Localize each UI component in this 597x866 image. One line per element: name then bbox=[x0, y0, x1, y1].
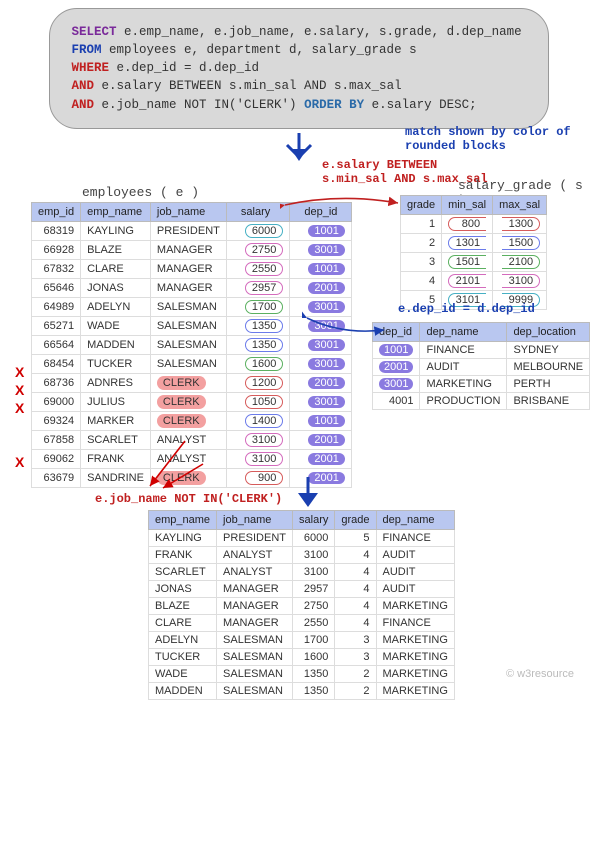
table-row: KAYLINGPRESIDENT60005FINANCE bbox=[149, 530, 455, 547]
salary-grade-table: grademin_salmax_sal 1 800 1300 2 1301 15… bbox=[400, 195, 547, 310]
table-row: MADDENSALESMAN13502MARKETING bbox=[149, 683, 455, 700]
match-color-note: match shown by color ofrounded blocks bbox=[405, 125, 571, 153]
table-row: 66928 BLAZE MANAGER 2750 3001 bbox=[32, 241, 352, 260]
table-row: 65646 JONAS MANAGER 2957 2001 bbox=[32, 279, 352, 298]
table-row: 4 2101 3100 bbox=[401, 272, 547, 291]
table-row: 4001PRODUCTIONBRISBANE bbox=[373, 393, 590, 410]
x-mark: X bbox=[15, 382, 24, 398]
department-table: dep_iddep_namedep_location1001FINANCESYD… bbox=[372, 322, 590, 410]
table-row: 67858 SCARLET ANALYST 3100 2001 bbox=[32, 431, 352, 450]
table-row: 68736 ADNRES CLERK 1200 2001 bbox=[32, 374, 352, 393]
notin-note: e.job_name NOT IN('CLERK') bbox=[95, 492, 282, 506]
table-row: 3 1501 2100 bbox=[401, 253, 547, 272]
table-row: 3001MARKETINGPERTH bbox=[373, 376, 590, 393]
table-row: 66564 MADDEN SALESMAN 1350 3001 bbox=[32, 336, 352, 355]
sql-line-select: SELECT e.emp_name, e.job_name, e.salary,… bbox=[72, 23, 526, 41]
table-row: 1001FINANCESYDNEY bbox=[373, 342, 590, 359]
x-mark: X bbox=[15, 454, 24, 470]
dep-join-note: e.dep_id = d.dep_id bbox=[398, 302, 535, 316]
table-row: 68319 KAYLING PRESIDENT 6000 1001 bbox=[32, 222, 352, 241]
table-row: JONASMANAGER29574AUDIT bbox=[149, 581, 455, 598]
result-table: emp_namejob_namesalarygradedep_name KAYL… bbox=[148, 510, 455, 700]
salary-grade-table-wrap: grademin_salmax_sal 1 800 1300 2 1301 15… bbox=[400, 195, 547, 310]
table-row: 2001AUDITMELBOURNE bbox=[373, 359, 590, 376]
employees-table: emp_idemp_namejob_namesalarydep_id 68319… bbox=[31, 202, 352, 488]
table-row: 67832 CLARE MANAGER 2550 1001 bbox=[32, 260, 352, 279]
table-row: ADELYNSALESMAN17003MARKETING bbox=[149, 632, 455, 649]
table-row: BLAZEMANAGER27504MARKETING bbox=[149, 598, 455, 615]
table-row: TUCKERSALESMAN16003MARKETING bbox=[149, 649, 455, 666]
table-row: FRANKANALYST31004AUDIT bbox=[149, 547, 455, 564]
employees-table-wrap: X X X X emp_idemp_namejob_namesalarydep_… bbox=[15, 202, 352, 488]
table-row: 64989 ADELYN SALESMAN 1700 3001 bbox=[32, 298, 352, 317]
table-row: WADESALESMAN13502MARKETING bbox=[149, 666, 455, 683]
sql-line-from: FROM employees e, department d, salary_g… bbox=[72, 41, 526, 59]
department-table-wrap: dep_iddep_namedep_location1001FINANCESYD… bbox=[372, 322, 590, 410]
x-mark: X bbox=[15, 364, 24, 380]
watermark: © w3resource bbox=[506, 668, 574, 680]
sql-query-box: SELECT e.emp_name, e.job_name, e.salary,… bbox=[49, 8, 549, 129]
sql-line-and2: AND e.job_name NOT IN('CLERK') ORDER BY … bbox=[72, 96, 526, 114]
employees-title: employees ( e ) bbox=[82, 185, 199, 200]
table-row: 65271 WADE SALESMAN 1350 3001 bbox=[32, 317, 352, 336]
result-table-wrap: emp_namejob_namesalarygradedep_name KAYL… bbox=[148, 510, 455, 700]
table-row: CLAREMANAGER25504FINANCE bbox=[149, 615, 455, 632]
table-row: 68454 TUCKER SALESMAN 1600 3001 bbox=[32, 355, 352, 374]
table-row: SCARLETANALYST31004AUDIT bbox=[149, 564, 455, 581]
table-row: 1 800 1300 bbox=[401, 215, 547, 234]
table-row: 69062 FRANK ANALYST 3100 2001 bbox=[32, 450, 352, 469]
table-row: 2 1301 1500 bbox=[401, 234, 547, 253]
sql-line-and1: AND e.salary BETWEEN s.min_sal AND s.max… bbox=[72, 77, 526, 95]
flow-arrow-mid bbox=[278, 477, 338, 512]
x-mark: X bbox=[15, 400, 24, 416]
sql-line-where: WHERE e.dep_id = d.dep_id bbox=[72, 59, 526, 77]
table-row: 69000 JULIUS CLERK 1050 3001 bbox=[32, 393, 352, 412]
table-row: 69324 MARKER CLERK 1400 1001 bbox=[32, 412, 352, 431]
